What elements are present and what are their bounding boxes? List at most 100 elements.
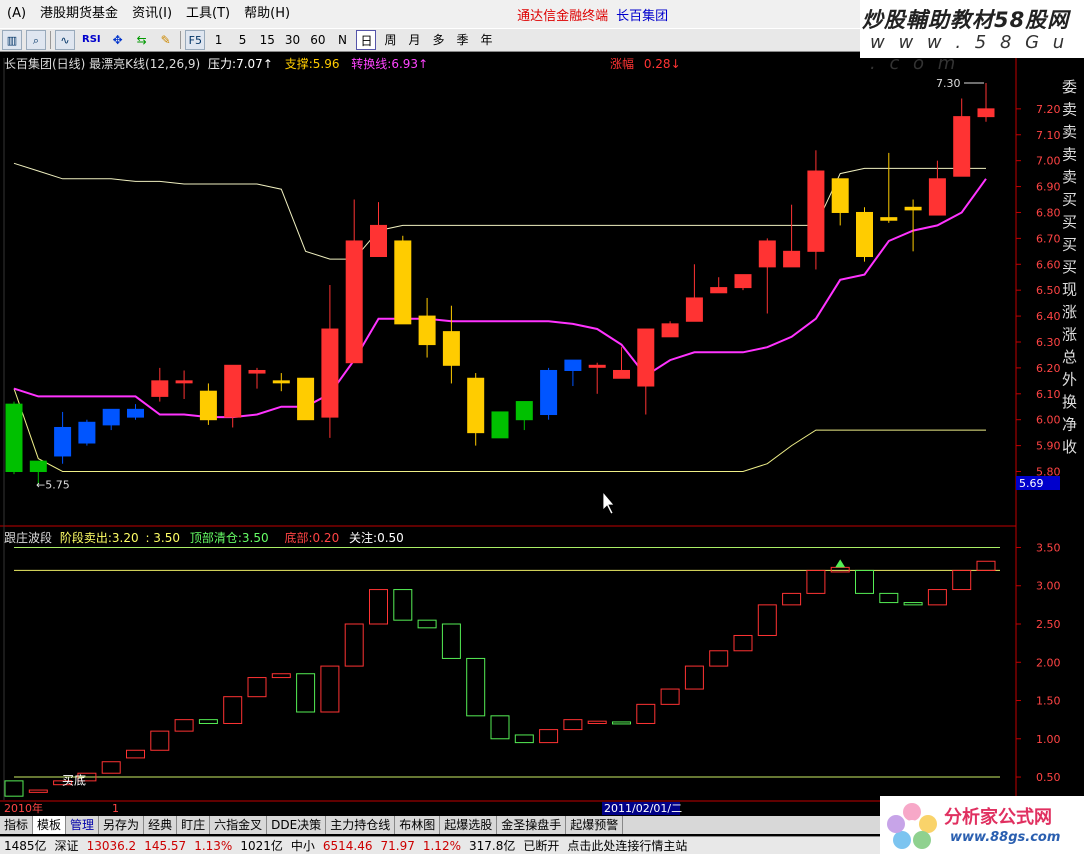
pivot-value: 6.93↑ [391,57,429,71]
pressure-label: 压力: [208,57,237,71]
candle [953,98,971,177]
side-label: 净 [1062,416,1077,434]
candle-body [758,240,776,268]
candle [807,150,825,270]
status-item: 1.12% [422,838,461,853]
oscillator-box [587,720,607,724]
side-label: 卖 [1062,101,1077,119]
candle-body [321,328,339,418]
price-tick-label: 6.00 [1036,414,1061,427]
candle [831,178,849,226]
side-label: 现 [1062,281,1077,299]
status-item: 已断开 [523,839,560,853]
candle [515,401,533,431]
price-tick-label: 6.20 [1036,362,1061,375]
oscillator-boxes [4,546,1000,797]
tab-6[interactable]: 六指金叉 [210,816,268,834]
price-tick-label: 6.80 [1036,206,1061,219]
tab-2[interactable]: 管理 [66,816,100,834]
candle [661,321,679,338]
candle-body [248,369,266,374]
candle [637,328,655,415]
tab-11[interactable]: 金圣操盘手 [497,816,567,834]
price-tick-label: 7.20 [1036,103,1061,116]
candle [199,383,217,425]
status-item[interactable]: 点击此处连接行情主站 [563,837,691,854]
bottom-label: 底部: [284,531,313,545]
tab-3[interactable]: 另存为 [99,816,145,834]
candle [175,370,193,399]
top-clear-value: 3.50 [241,531,269,545]
side-label: 涨 [1062,303,1077,321]
logo-title: 分析家公式网 [944,807,1052,828]
price-tick-label: 6.40 [1036,310,1061,323]
oscillator-box [927,589,947,606]
support-label: 支撑: [284,57,313,71]
candle [783,204,801,268]
osc-tick-label: 1.50 [1036,695,1061,708]
oscillator-box [247,677,267,698]
status-item: 317.8亿 [468,839,516,853]
candle [442,305,460,384]
price-axis: 7.20 7.10 7.00 6.90 6.80 6.70 6.60 6.50 6.40 6.30… [1016,103,1061,784]
price-tick-label: 5.90 [1036,440,1061,453]
candle-body [418,315,436,346]
candle-body [904,206,922,211]
candle-body [78,421,96,444]
tab-10[interactable]: 起爆选股 [440,816,498,834]
price-tick-label: 6.90 [1036,181,1061,194]
tab-7[interactable]: DDE决策 [267,816,327,834]
stock-chart[interactable]: 7.20 7.10 7.00 6.90 6.80 6.70 6.60 6.50 6.40 6.30… [0,0,1084,854]
oscillator-box [684,665,704,690]
low-annotation: ←5.75 [36,478,70,491]
support-value: 5.96 [312,57,340,71]
candle [370,202,387,258]
status-item: 71.97 [380,838,415,853]
candle-body [613,369,630,379]
tab-5[interactable]: 盯庄 [177,816,211,834]
candle [345,199,363,364]
sell-value-2: : 3.50 [145,531,181,545]
side-label: 买 [1062,258,1077,276]
top-clear-label: 顶部清仓: [189,531,242,545]
tab-4[interactable]: 经典 [144,816,178,834]
tab-9[interactable]: 布林图 [395,816,441,834]
status-item: 深证 [54,839,79,853]
candle-body [880,217,898,221]
rise-info: 涨幅 0.28↓ [610,55,681,72]
side-label: 卖 [1062,123,1077,141]
candle [78,419,96,446]
tab-1[interactable]: 模板 [33,816,67,834]
high-annotation: 7.30 [936,77,961,90]
candle [856,207,873,262]
tab-8[interactable]: 主力持仓线 [326,816,396,834]
chart-title: 长百集团(日线) 最漂亮K线(12,26,9) [4,57,201,71]
watch-value: 0.50 [377,531,404,545]
tab-12[interactable]: 起爆预警 [566,816,624,834]
oscillator-box [174,719,194,732]
sell-value: 3.20 [111,531,139,545]
time-axis-bg [0,800,1016,816]
flower-logo-icon [887,803,937,849]
buy-bottom-label: 买底 [62,773,86,788]
tab-0[interactable]: 指标 [0,816,34,834]
candle-body [297,377,315,421]
oscillator-box [733,634,753,652]
oscillator-box [28,789,48,793]
main-info-bar: 长百集团(日线) 最漂亮K线(12,26,9) 压力:7.07↑ 支撑:5.96… [4,55,428,72]
candle [588,362,606,394]
oscillator-box [198,719,218,724]
candle-body [637,328,655,387]
watch-label: 关注: [349,531,378,545]
oscillator-box [782,592,802,606]
candle [491,411,509,439]
oscillator-box [344,623,364,667]
candle [710,277,728,294]
side-label: 买 [1062,236,1077,254]
side-label: 委 [1062,78,1077,96]
candle-body [710,287,728,294]
status-bar: 1485亿 深证 13036.2 145.57 1.13% 1021亿 中小 6514.46 7… [0,836,880,854]
side-label: 卖 [1062,146,1077,164]
pivot-label: 转换线: [351,57,392,71]
osc-tick-label: 2.00 [1036,656,1061,669]
